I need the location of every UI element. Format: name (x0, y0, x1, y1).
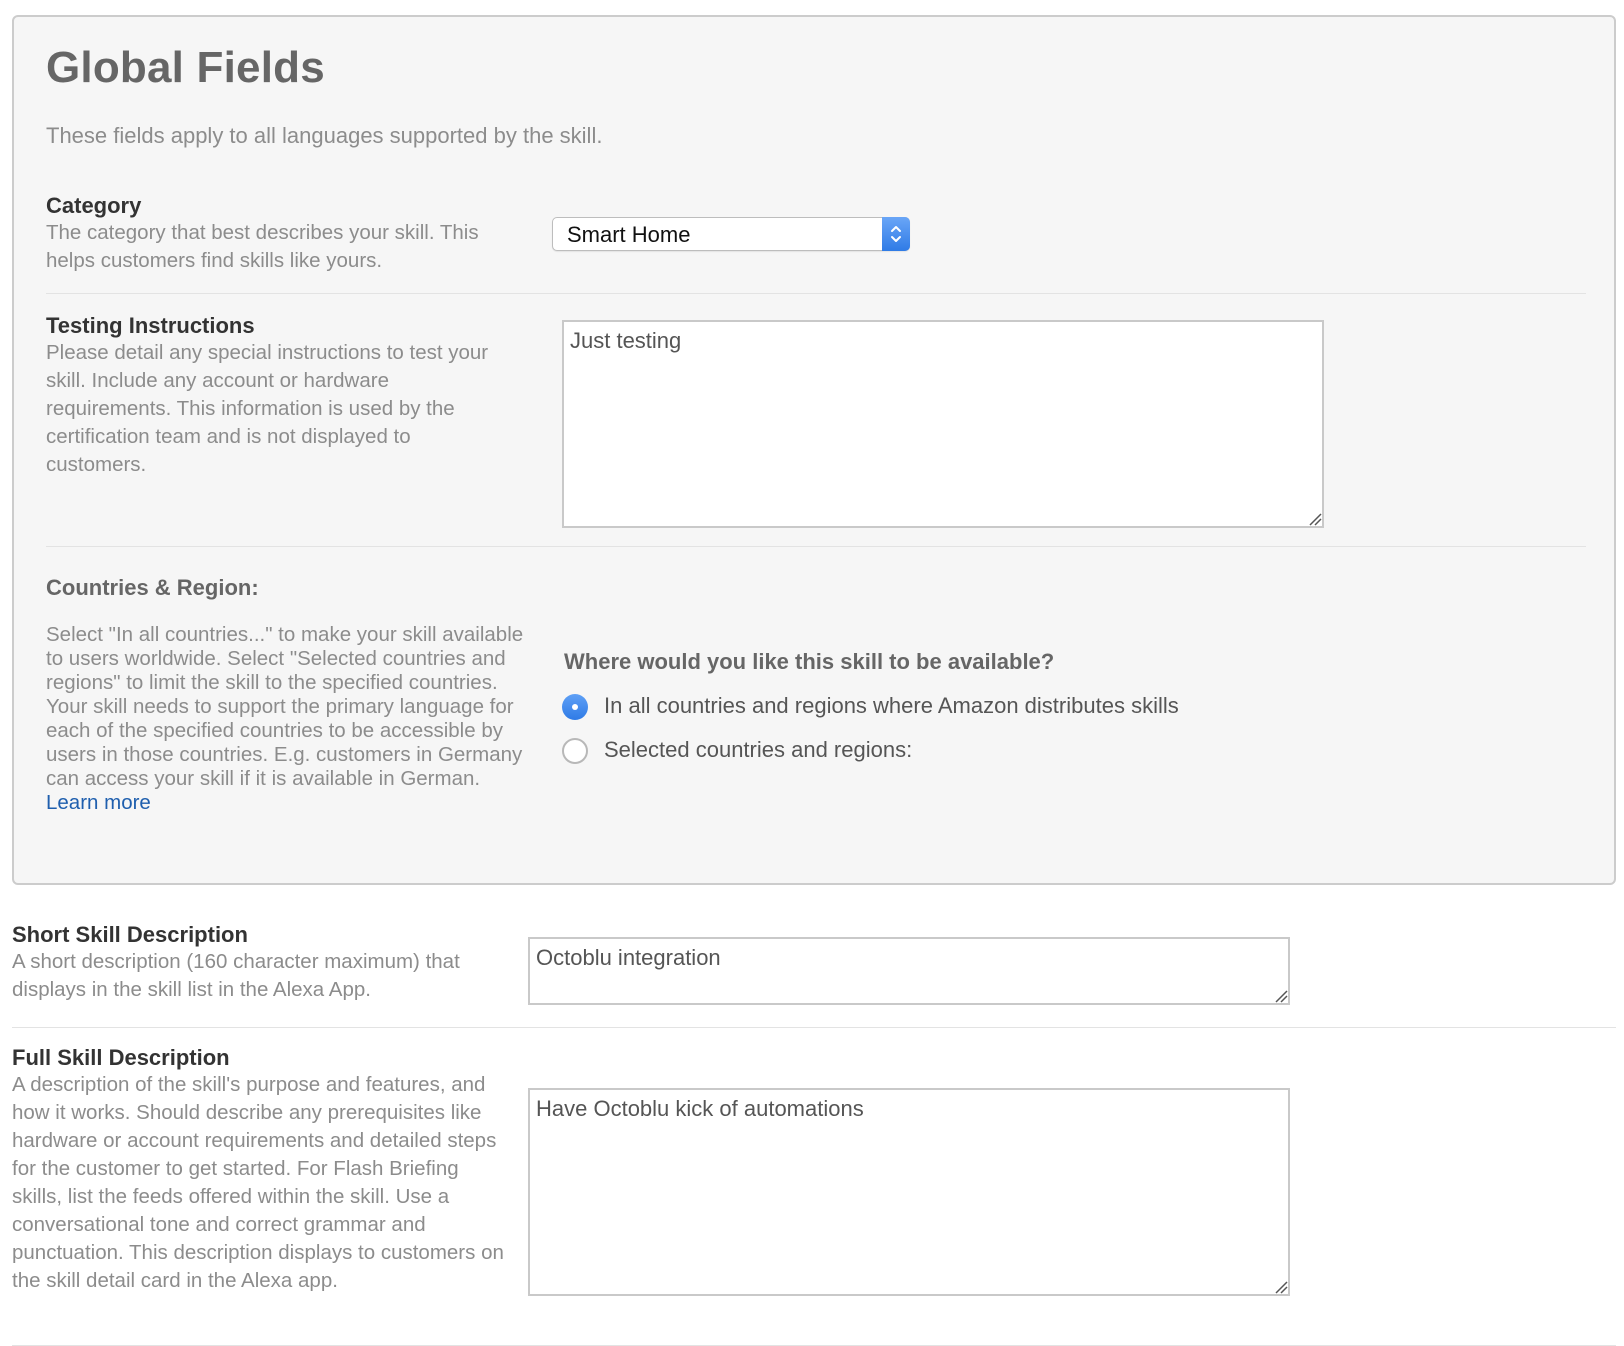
category-label: Category (46, 193, 142, 218)
category-select-value: Smart Home (567, 222, 691, 247)
chevron-up-down-icon (882, 217, 910, 251)
countries-help-text-2: Your skill needs to support the primary … (46, 695, 523, 790)
divider (12, 1027, 1616, 1028)
category-select[interactable]: Smart Home (552, 217, 910, 251)
countries-region-label: Countries & Region: (46, 575, 259, 600)
radio-checked-icon[interactable] (562, 694, 588, 720)
radio-selected-countries-label: Selected countries and regions: (604, 737, 913, 762)
page-title: Global Fields (46, 43, 325, 92)
resize-handle-icon[interactable] (1274, 1280, 1288, 1294)
testing-instructions-help: Please detail any special instructions t… (46, 341, 489, 476)
learn-more-link[interactable]: Learn more (46, 791, 151, 814)
radio-all-countries-label: In all countries and regions where Amazo… (604, 693, 1179, 718)
countries-help-text-1: Select "In all countries..." to make you… (46, 623, 524, 694)
countries-help: Select "In all countries..." to make you… (46, 623, 536, 815)
divider (46, 546, 1586, 547)
testing-instructions-label: Testing Instructions (46, 313, 255, 338)
panel-subtitle: These fields apply to all languages supp… (46, 123, 603, 148)
global-fields-panel: Global Fields These fields apply to all … (12, 15, 1616, 885)
testing-instructions-textarea[interactable]: Just testing (562, 320, 1324, 528)
radio-unchecked-icon[interactable] (562, 738, 588, 764)
divider (46, 293, 1586, 294)
full-description-help: A description of the skill's purpose and… (12, 1073, 504, 1292)
resize-handle-icon[interactable] (1274, 989, 1288, 1003)
full-description-textarea[interactable]: Have Octoblu kick of automations (528, 1088, 1290, 1296)
category-help: The category that best describes your sk… (46, 221, 479, 272)
short-description-textarea[interactable]: Octoblu integration (528, 937, 1290, 1005)
full-description-label: Full Skill Description (12, 1045, 230, 1070)
availability-question: Where would you like this skill to be av… (564, 649, 1055, 674)
short-description-help: A short description (160 character maxim… (12, 950, 460, 1001)
short-description-label: Short Skill Description (12, 922, 248, 947)
resize-handle-icon[interactable] (1308, 512, 1322, 526)
